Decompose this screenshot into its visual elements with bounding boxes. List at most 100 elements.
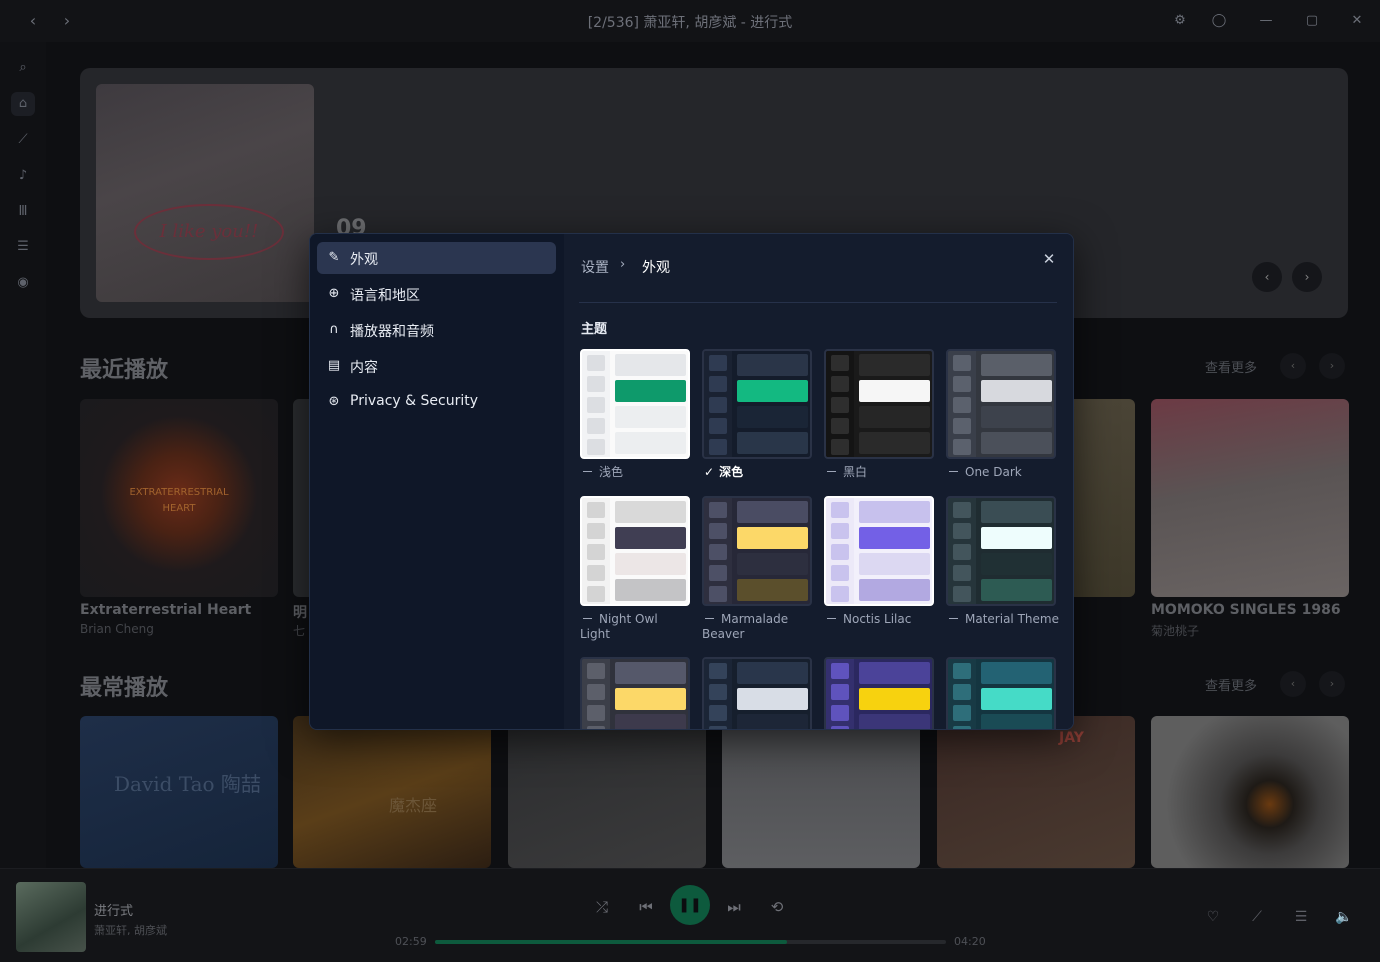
theme-preview-nav-square <box>831 544 849 560</box>
heart-icon[interactable]: ♡ <box>1202 906 1224 928</box>
theme-preview <box>702 496 812 606</box>
settings-icon[interactable]: ⚙ <box>1170 11 1190 31</box>
wrench-icon[interactable]: ⟋ <box>1246 906 1268 928</box>
theme-preview-bar <box>615 354 686 376</box>
hero-cover-text: I like you!! <box>134 204 284 260</box>
theme-preview-nav-square <box>587 586 605 602</box>
theme-preview <box>946 657 1056 729</box>
recent-next-button[interactable]: › <box>1319 353 1345 379</box>
settings-nav-privacy[interactable]: ⊛ Privacy & Security <box>317 386 556 418</box>
radio-icon[interactable]: ◉ <box>11 271 35 295</box>
dash-icon <box>949 470 958 472</box>
now-playing-artist[interactable]: 萧亚轩, 胡彦斌 <box>94 922 167 938</box>
chevron-right-icon: › <box>620 257 626 272</box>
frequent-prev-button[interactable]: ‹ <box>1280 671 1306 697</box>
theme-name: Noctis Lilac <box>824 612 944 627</box>
elapsed-time: 02:59 <box>395 935 427 948</box>
theme-preview-nav-square <box>831 355 849 371</box>
settings-nav-language[interactable]: ⊕ 语言和地区 <box>317 278 556 310</box>
theme-preview <box>824 657 934 729</box>
album-title[interactable]: MOMOKO SINGLES 1986 <box>1151 602 1341 618</box>
user-icon[interactable]: ◯ <box>1209 11 1229 31</box>
volume-icon[interactable]: 🔈 <box>1333 906 1355 928</box>
album-artist[interactable]: Brian Cheng <box>80 622 154 636</box>
theme-preview-nav-square <box>587 376 605 392</box>
now-playing-title[interactable]: 进行式 <box>94 900 133 919</box>
divider <box>579 302 1057 303</box>
theme-preview-bar <box>615 662 686 684</box>
album-artist[interactable]: 菊池桃子 <box>1151 622 1199 639</box>
theme-preview-nav-square <box>831 439 849 455</box>
theme-preview-bar <box>737 380 808 402</box>
next-icon[interactable]: ⏭ <box>721 894 747 920</box>
playlist-icon[interactable]: ☰ <box>11 235 35 259</box>
frequent-next-button[interactable]: › <box>1319 671 1345 697</box>
settings-nav-label: 内容 <box>350 360 378 376</box>
progress-track[interactable] <box>435 940 946 944</box>
settings-nav-label: Privacy & Security <box>350 393 478 409</box>
album-card[interactable] <box>508 716 706 868</box>
theme-preview-bar <box>859 527 930 549</box>
recent-see-more[interactable]: 查看更多 <box>1205 357 1257 376</box>
theme-preview-nav-square <box>953 663 971 679</box>
theme-preview-nav-square <box>587 705 605 721</box>
shuffle-icon[interactable]: ⤮ <box>589 894 615 920</box>
settings-nav-content[interactable]: ▤ 内容 <box>317 350 556 382</box>
now-playing-cover[interactable] <box>16 882 86 952</box>
maximize-icon[interactable]: ▢ <box>1302 11 1322 31</box>
theme-preview-nav-square <box>587 502 605 518</box>
album-title[interactable]: 明 <box>293 602 307 622</box>
theme-preview <box>702 349 812 459</box>
theme-preview-nav-square <box>587 439 605 455</box>
music-note-icon[interactable]: ♪ <box>11 164 35 188</box>
album-art-text: JAY <box>1059 730 1084 746</box>
theme-preview-nav-square <box>953 726 971 729</box>
theme-preview-bar <box>981 380 1052 402</box>
play-pause-button[interactable]: ❚❚ <box>670 885 710 925</box>
album-card[interactable] <box>1151 399 1349 597</box>
frequent-see-more[interactable]: 查看更多 <box>1205 675 1257 694</box>
repeat-icon[interactable]: ⟲ <box>764 894 790 920</box>
album-card[interactable] <box>722 716 920 868</box>
theme-preview-nav-square <box>587 355 605 371</box>
album-title[interactable]: Extraterrestrial Heart <box>80 602 251 618</box>
theme-name: One Dark <box>946 465 1066 480</box>
album-card[interactable]: David Tao 陶喆 <box>80 716 278 868</box>
library-icon[interactable]: Ⅲ <box>11 200 35 224</box>
close-dialog-button[interactable]: ✕ <box>1038 248 1060 270</box>
home-icon[interactable]: ⌂ <box>11 92 35 116</box>
theme-preview-bar <box>859 688 930 710</box>
theme-preview-bar <box>615 501 686 523</box>
hero-next-button[interactable]: › <box>1292 262 1322 292</box>
theme-preview-nav-square <box>709 663 727 679</box>
search-icon[interactable]: ⌕ <box>11 56 35 80</box>
queue-icon[interactable]: ☰ <box>1290 906 1312 928</box>
hero-prev-button[interactable]: ‹ <box>1252 262 1282 292</box>
theme-name-label: 浅色 <box>599 465 624 479</box>
close-icon[interactable]: ✕ <box>1347 11 1367 31</box>
theme-preview-nav-square <box>587 565 605 581</box>
theme-preview-bar <box>737 527 808 549</box>
theme-preview-bar <box>859 406 930 428</box>
explore-icon[interactable]: ⟋ <box>11 128 35 152</box>
album-artist[interactable]: 七 <box>293 622 305 639</box>
settings-nav-appearance[interactable]: ✎ 外观 <box>317 242 556 274</box>
theme-preview-nav-square <box>831 376 849 392</box>
breadcrumb-root[interactable]: 设置 <box>581 257 609 277</box>
settings-nav-label: 语言和地区 <box>350 288 420 304</box>
theme-preview <box>824 349 934 459</box>
previous-icon[interactable]: ⏮ <box>633 894 659 920</box>
minimize-icon[interactable]: — <box>1256 11 1276 31</box>
settings-body: 设置 › 外观 ✕ 主题 浅色 ✓ 深色 黑白 One Dark Night Owl Li… <box>564 234 1073 729</box>
album-card[interactable]: JAY <box>937 716 1135 868</box>
album-card[interactable] <box>1151 716 1349 868</box>
recent-prev-button[interactable]: ‹ <box>1280 353 1306 379</box>
theme-preview-bar <box>859 501 930 523</box>
album-card[interactable]: EXTRATERRESTRIAL HEART <box>80 399 278 597</box>
theme-preview-nav-square <box>587 418 605 434</box>
theme-preview-nav-square <box>953 397 971 413</box>
theme-name: Marmalade Beaver <box>702 612 798 642</box>
album-art-text: David Tao 陶喆 <box>114 772 261 796</box>
settings-nav-player-audio[interactable]: ∩ 播放器和音频 <box>317 314 556 346</box>
album-card[interactable]: 魔杰座 <box>293 716 491 868</box>
